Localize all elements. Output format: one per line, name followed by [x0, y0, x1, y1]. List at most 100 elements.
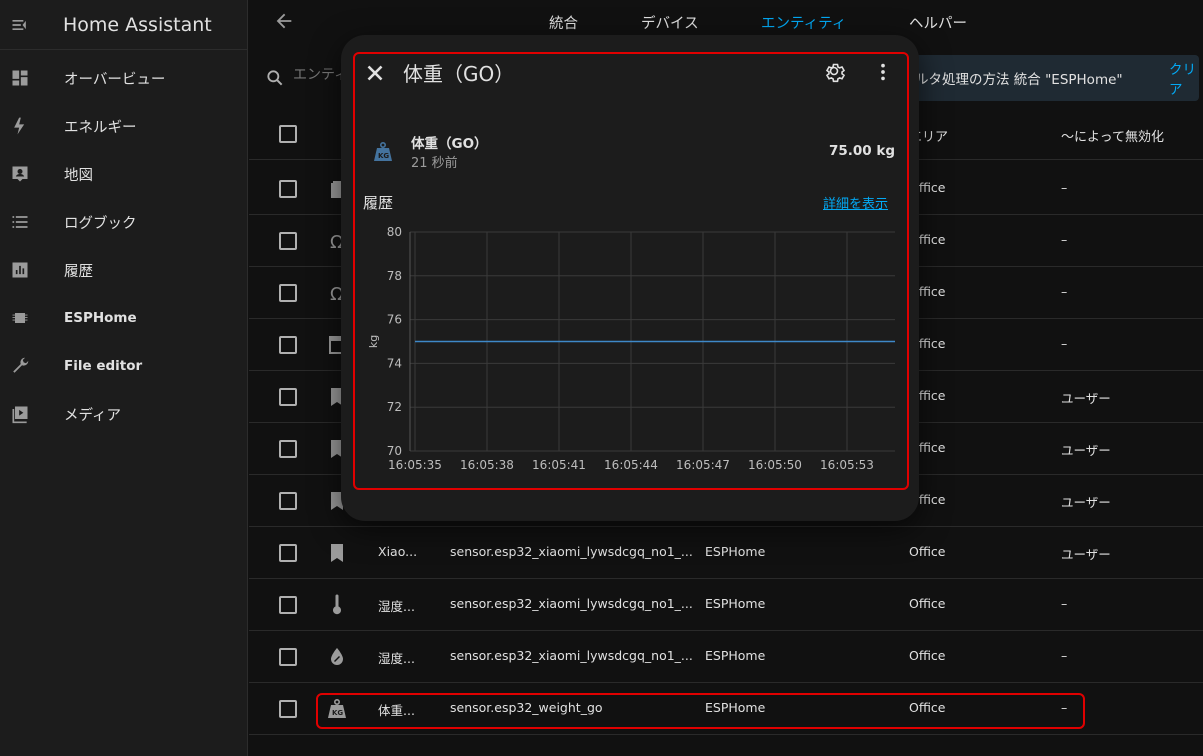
row-checkbox[interactable] — [279, 440, 297, 458]
chart-box-icon — [0, 248, 40, 292]
table-row[interactable]: 湿度... sensor.esp32_xiaomi_lywsdcgq_no1_.… — [249, 579, 1203, 631]
row-checkbox[interactable] — [279, 180, 297, 198]
row-checkbox[interactable] — [279, 232, 297, 250]
map-account-icon — [0, 152, 40, 196]
clear-filter-button[interactable]: クリア — [1169, 58, 1199, 98]
row-disabled-by: ユーザー — [1061, 547, 1111, 562]
wrench-icon — [0, 344, 40, 388]
table-row[interactable]: 湿度... sensor.esp32_xiaomi_lywsdcgq_no1_.… — [249, 631, 1203, 683]
menu-toggle-icon[interactable] — [0, 5, 40, 45]
row-area: Office — [909, 544, 946, 559]
sidebar-item-label: ESPHome — [64, 310, 137, 326]
x-tick-label: 16:05:44 — [604, 458, 658, 472]
sidebar-item-media[interactable]: メディア — [0, 392, 248, 436]
sidebar-item-logbook[interactable]: ログブック — [0, 200, 248, 244]
row-area: Office — [909, 648, 946, 663]
sidebar-item-label: File editor — [64, 358, 143, 374]
row-entity-id: sensor.esp32_xiaomi_lywsdcgq_no1_... — [450, 544, 693, 559]
sidebar-item-label: エネルギー — [64, 119, 137, 136]
row-checkbox[interactable] — [279, 336, 297, 354]
svg-text:KG: KG — [378, 152, 389, 160]
highlighted-row-outline — [316, 693, 1085, 729]
app-title: Home Assistant — [63, 13, 212, 36]
column-header-disabled-by[interactable]: 〜によって無効化 — [1061, 126, 1164, 145]
y-tick-label: 80 — [387, 225, 402, 239]
y-tick-label: 70 — [387, 444, 402, 458]
tab-entities[interactable]: エンティティ — [761, 12, 846, 33]
bookmark-icon — [325, 541, 349, 565]
x-tick-label: 16:05:35 — [388, 458, 442, 472]
row-name: 湿度... — [378, 651, 415, 666]
filter-chip: ルタ処理の方法 統合 "ESPHome" クリア — [901, 55, 1199, 101]
y-tick-label: 76 — [387, 313, 402, 327]
tab-devices[interactable]: デバイス — [641, 12, 699, 33]
lightning-icon — [0, 104, 40, 148]
sidebar-item-file-editor[interactable]: File editor — [0, 344, 248, 388]
row-disabled-by: ユーザー — [1061, 391, 1111, 406]
row-checkbox[interactable] — [279, 492, 297, 510]
sidebar-item-label: ログブック — [64, 215, 137, 232]
x-tick-label: 16:05:53 — [820, 458, 874, 472]
row-entity-id: sensor.esp32_xiaomi_lywsdcgq_no1_... — [450, 596, 693, 611]
row-name: Xiao... — [378, 544, 418, 559]
row-checkbox[interactable] — [279, 648, 297, 666]
history-chart: 70 72 74 76 78 80 16:05:35 16:05:38 16:05:41 16:0… — [367, 225, 895, 472]
row-area: Office — [909, 596, 946, 611]
sidebar-item-label: メディア — [64, 407, 121, 424]
filter-text: ルタ処理の方法 統合 "ESPHome" — [915, 72, 1123, 88]
row-integration: ESPHome — [705, 544, 766, 559]
weight-kg-icon: KG — [370, 140, 396, 164]
select-all-checkbox[interactable] — [279, 125, 297, 143]
x-tick-label: 16:05:50 — [748, 458, 802, 472]
sidebar-item-history[interactable]: 履歴 — [0, 248, 248, 292]
row-checkbox[interactable] — [279, 596, 297, 614]
close-icon[interactable] — [362, 60, 388, 86]
row-integration: ESPHome — [705, 648, 766, 663]
row-disabled-by: – — [1061, 648, 1068, 663]
y-tick-label: 72 — [387, 400, 402, 414]
dialog-title: 体重（GO） — [403, 62, 515, 86]
y-tick-label: 78 — [387, 269, 402, 283]
sidebar: Home Assistant オーバービュー エネルギー 地図 ログブック 履歴… — [0, 0, 248, 756]
row-checkbox[interactable] — [279, 284, 297, 302]
row-disabled-by: ユーザー — [1061, 495, 1111, 510]
more-vertical-icon[interactable] — [872, 59, 894, 85]
row-disabled-by: – — [1061, 232, 1068, 247]
row-name: 湿度... — [378, 599, 415, 614]
sidebar-item-overview[interactable]: オーバービュー — [0, 56, 248, 100]
list-icon — [0, 200, 40, 244]
entity-name: 体重（GO） — [411, 136, 488, 152]
last-changed: 21 秒前 — [411, 156, 458, 171]
sidebar-item-label: 履歴 — [64, 263, 93, 280]
y-tick-label: 74 — [387, 356, 402, 370]
row-disabled-by: ユーザー — [1061, 443, 1111, 458]
x-tick-label: 16:05:41 — [532, 458, 586, 472]
back-arrow-icon[interactable] — [273, 10, 301, 38]
sidebar-item-label: オーバービュー — [64, 71, 166, 88]
sidebar-item-label: 地図 — [64, 167, 93, 184]
sidebar-item-map[interactable]: 地図 — [0, 152, 248, 196]
tab-helpers[interactable]: ヘルパー — [909, 12, 967, 33]
table-row[interactable]: Xiao... sensor.esp32_xiaomi_lywsdcgq_no1… — [249, 527, 1203, 579]
play-box-icon — [0, 392, 40, 436]
gear-icon[interactable] — [822, 59, 848, 85]
water-percent-icon — [325, 645, 349, 669]
show-more-link[interactable]: 詳細を表示 — [823, 193, 888, 212]
x-tick-label: 16:05:38 — [460, 458, 514, 472]
chip-icon — [0, 296, 40, 340]
sidebar-header: Home Assistant — [0, 0, 247, 50]
entity-state-value: 75.00 kg — [828, 143, 895, 159]
sidebar-item-esphome[interactable]: ESPHome — [0, 296, 248, 340]
thermometer-icon — [325, 593, 349, 617]
row-checkbox[interactable] — [279, 700, 297, 718]
dashboard-icon — [0, 56, 40, 100]
row-disabled-by: – — [1061, 596, 1068, 611]
row-checkbox[interactable] — [279, 388, 297, 406]
sidebar-item-energy[interactable]: エネルギー — [0, 104, 248, 148]
row-integration: ESPHome — [705, 596, 766, 611]
row-entity-id: sensor.esp32_xiaomi_lywsdcgq_no1_... — [450, 648, 693, 663]
row-checkbox[interactable] — [279, 544, 297, 562]
row-disabled-by: – — [1061, 180, 1068, 195]
tab-integrations[interactable]: 統合 — [549, 12, 578, 33]
history-title: 履歴 — [363, 194, 394, 212]
